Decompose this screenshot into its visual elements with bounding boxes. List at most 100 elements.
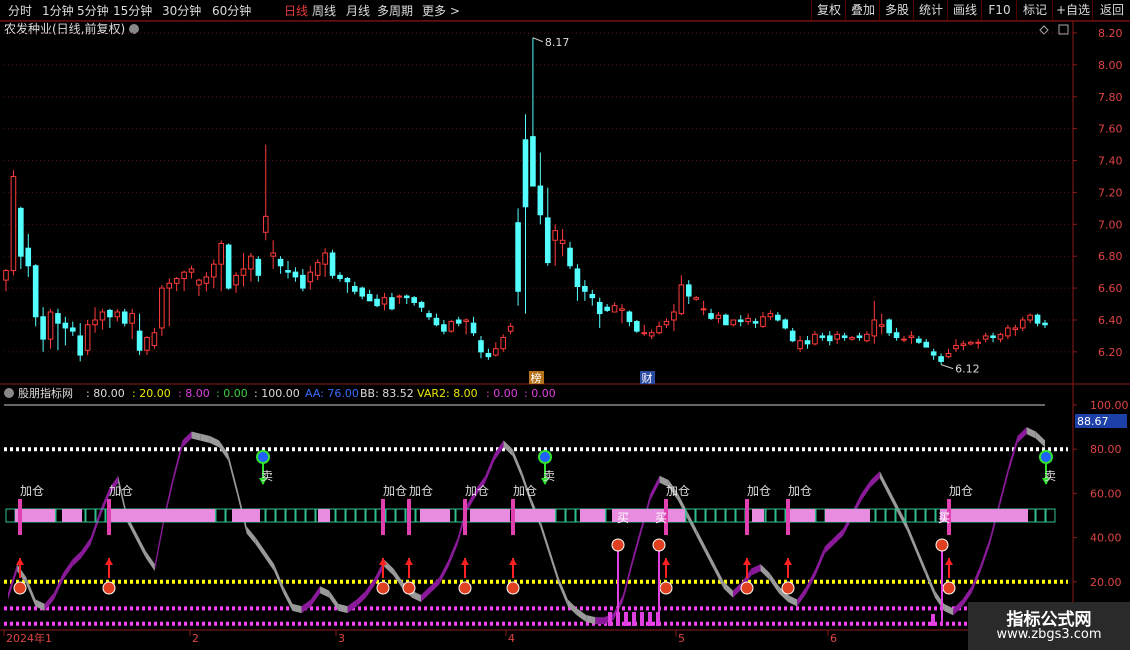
candle-body — [485, 352, 492, 358]
magenta-bar — [632, 612, 636, 626]
candle-body — [396, 295, 403, 298]
candle-body — [938, 356, 944, 362]
candle-body — [1042, 322, 1048, 326]
candle-body — [255, 258, 262, 276]
price-label: 7.20 — [1098, 186, 1123, 199]
candle-body — [893, 332, 900, 339]
candle-body — [901, 338, 907, 341]
candle-body — [366, 293, 373, 302]
strip-cell — [915, 508, 926, 523]
candle-body — [99, 311, 106, 321]
candle-body — [819, 335, 826, 339]
strip-cell — [775, 508, 786, 523]
dropdown-icon — [129, 24, 139, 34]
osc-segment — [833, 528, 844, 545]
candle-body — [990, 335, 996, 339]
buy-ball-icon — [740, 581, 754, 595]
candle-body — [737, 319, 744, 323]
buy-arrow-head — [16, 558, 24, 565]
candle-body — [537, 185, 544, 216]
jiacang-bar — [511, 499, 515, 535]
strip-cell — [215, 508, 226, 523]
price-label: 7.80 — [1098, 91, 1123, 104]
candle-body — [634, 321, 640, 332]
osc-segment — [301, 599, 311, 614]
magenta-bar — [640, 612, 644, 626]
candle-body — [908, 335, 915, 339]
osc-segment — [944, 603, 954, 616]
buy-arrow-head — [945, 558, 953, 565]
jiacang-label: 加仓 — [465, 484, 489, 498]
candle-body — [507, 325, 514, 332]
jiacang-label: 加仓 — [383, 484, 407, 498]
osc-segment — [815, 546, 825, 576]
indicator-axis-label: 60.00 — [1090, 487, 1122, 500]
price-label: 6.20 — [1098, 346, 1123, 359]
osc-segment — [861, 480, 871, 501]
candle-body — [463, 319, 469, 323]
candle-body — [953, 344, 959, 350]
osc-segment — [999, 466, 1009, 510]
price-label: 6.80 — [1098, 250, 1123, 263]
current-value: 88.67 — [1077, 415, 1109, 428]
strip-fill — [515, 509, 555, 522]
indicator-value: VAR2: 8.00 — [417, 387, 478, 400]
candle-body — [685, 284, 692, 297]
candle-body — [107, 309, 113, 318]
jiacang-bar — [18, 499, 22, 535]
candle-body — [433, 317, 440, 326]
indicator-value: : 100.00 — [254, 387, 300, 400]
osc-segment — [925, 568, 935, 598]
candle-body — [210, 263, 217, 278]
high-pointer — [532, 37, 544, 43]
candle-body — [136, 330, 143, 351]
buy-ball-icon — [659, 581, 673, 595]
candle-body — [1034, 314, 1041, 324]
osc-segment — [696, 528, 706, 554]
candle-body — [715, 314, 722, 319]
candle-body — [455, 319, 462, 324]
candle-body — [173, 278, 180, 284]
strip-cell — [85, 508, 96, 523]
jiacang-label: 加仓 — [513, 484, 537, 498]
osc-segment — [53, 572, 64, 600]
candle-body — [841, 335, 848, 339]
strip-fill — [752, 509, 764, 522]
strip-fill — [318, 509, 330, 522]
candle-body — [426, 313, 432, 318]
osc-segment — [393, 568, 403, 589]
candle-body — [826, 335, 833, 342]
buy-ball-icon — [942, 581, 956, 595]
strip-cell — [695, 508, 706, 523]
osc-segment — [310, 586, 321, 607]
candle-body — [678, 284, 685, 315]
price-label: 8.00 — [1098, 59, 1123, 72]
osc-segment — [549, 548, 559, 585]
candle-body — [225, 244, 232, 289]
strip-cell — [285, 508, 296, 523]
osc-segment — [540, 519, 550, 556]
osc-segment — [797, 586, 807, 607]
magenta-bar — [608, 612, 612, 626]
osc-segment — [145, 550, 155, 572]
candle-body — [745, 317, 751, 323]
strip-cell — [735, 508, 746, 523]
osc-segment — [255, 537, 265, 558]
candle-body — [1019, 319, 1026, 329]
buy-ball-icon — [376, 581, 390, 595]
osc-segment — [503, 440, 513, 457]
strip-fill — [940, 509, 1028, 522]
sell-ball-icon — [1039, 450, 1053, 464]
price-label: 7.00 — [1098, 218, 1123, 231]
indicator-name: 股朋指标网 — [18, 386, 73, 400]
candle-body — [544, 217, 551, 264]
indicator-value: : 0.00 — [216, 387, 248, 400]
candle-body — [77, 335, 84, 356]
jiacang-bar — [107, 499, 111, 535]
osc-segment — [430, 577, 440, 594]
osc-segment — [420, 586, 431, 603]
strip-cell — [265, 508, 276, 523]
strip-fill — [790, 509, 815, 522]
main-title: 农发种业(日线,前复权) — [4, 21, 125, 36]
candle-body — [1005, 327, 1011, 337]
